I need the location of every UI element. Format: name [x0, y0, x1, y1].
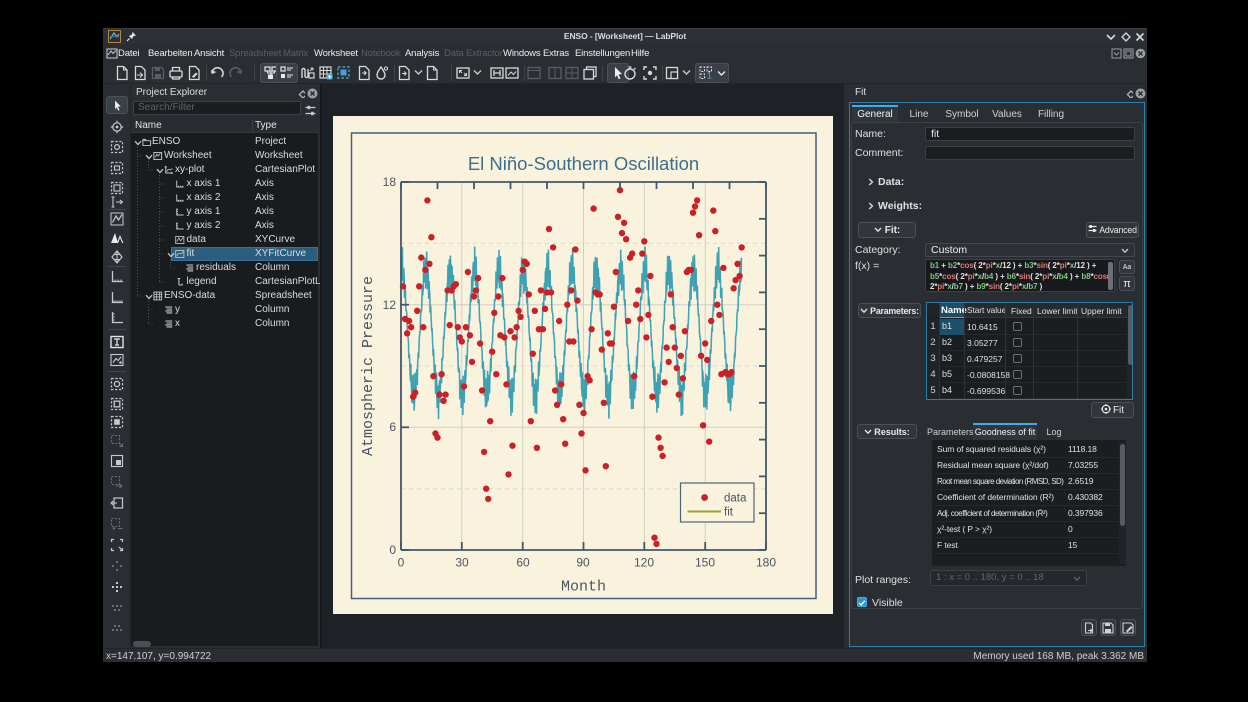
- svg-text:60: 60: [516, 556, 530, 570]
- svg-text:90: 90: [576, 556, 590, 570]
- svg-text:180: 180: [756, 556, 776, 570]
- svg-text:1: 1: [707, 71, 712, 81]
- svg-text:data: data: [724, 493, 747, 505]
- svg-text:El Niño-Southern Oscillation: El Niño-Southern Oscillation: [468, 153, 699, 174]
- svg-text:120: 120: [634, 556, 654, 570]
- svg-text:Atmospheric Pressure: Atmospheric Pressure: [360, 276, 377, 456]
- svg-text:6: 6: [389, 420, 396, 434]
- svg-text:0: 0: [398, 556, 405, 570]
- svg-text:12: 12: [383, 298, 397, 312]
- svg-text:fit: fit: [724, 507, 734, 519]
- svg-text:Month: Month: [561, 579, 606, 596]
- svg-text:30: 30: [455, 556, 469, 570]
- svg-text:18: 18: [383, 175, 397, 189]
- svg-text:150: 150: [695, 556, 715, 570]
- svg-text:0: 0: [389, 543, 396, 557]
